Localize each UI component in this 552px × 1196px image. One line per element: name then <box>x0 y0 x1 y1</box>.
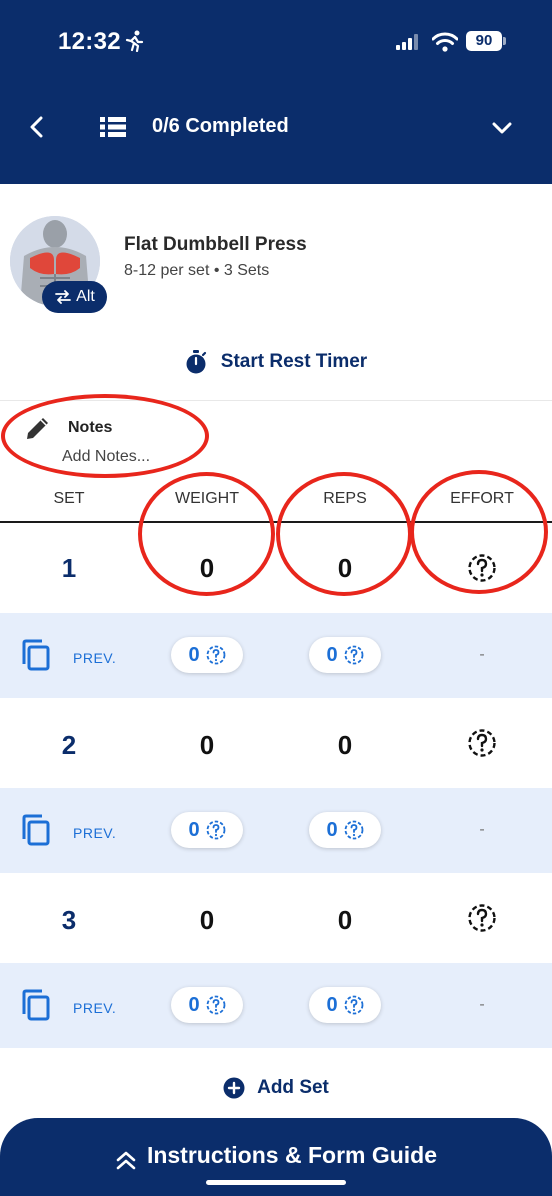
effort-help-icon[interactable] <box>467 553 497 583</box>
prev-weight-pill[interactable]: 0 <box>171 637 243 673</box>
start-rest-timer-button[interactable]: Start Rest Timer <box>0 340 552 384</box>
help-icon <box>344 820 363 840</box>
alt-label: Alt <box>76 288 95 305</box>
add-set-label: Add Set <box>257 1077 329 1098</box>
weight-input[interactable]: 0 <box>167 905 247 936</box>
effort-help-icon[interactable] <box>467 728 497 758</box>
help-icon <box>344 995 363 1015</box>
copy-icon[interactable] <box>20 988 52 1022</box>
help-icon <box>344 645 363 665</box>
swap-arrows-icon <box>55 290 72 304</box>
notes-input[interactable]: Add Notes... <box>62 448 150 466</box>
prev-label[interactable]: PREV. <box>73 650 116 666</box>
status-time: 12:32 <box>58 28 121 55</box>
set-row: 2 0 0 <box>0 698 552 788</box>
effort-help-icon[interactable] <box>467 903 497 933</box>
prev-effort: - <box>479 821 485 838</box>
column-header-set: SET <box>53 490 85 507</box>
home-indicator <box>206 1180 346 1185</box>
previous-row: PREV. 0 0 - <box>0 613 552 698</box>
column-header-reps: REPS <box>323 490 367 507</box>
stopwatch-icon <box>186 350 206 374</box>
set-number: 3 <box>61 905 77 935</box>
prev-reps-value: 0 <box>326 993 338 1016</box>
set-row: 3 0 0 <box>0 873 552 963</box>
plus-circle-icon <box>223 1077 245 1099</box>
timer-label: Start Rest Timer <box>220 351 368 372</box>
battery-level: 90 <box>466 31 502 51</box>
running-icon <box>125 30 144 52</box>
help-icon <box>206 820 225 840</box>
prev-reps-pill[interactable]: 0 <box>309 987 381 1023</box>
prev-label[interactable]: PREV. <box>73 825 116 841</box>
reps-input[interactable]: 0 <box>305 553 385 584</box>
help-icon <box>206 995 225 1015</box>
alternate-exercise-button[interactable]: Alt <box>42 281 107 313</box>
double-chevron-up-icon <box>116 1151 136 1170</box>
copy-icon[interactable] <box>20 813 52 847</box>
column-header-weight: WEIGHT <box>175 490 239 507</box>
cellular-signal-icon <box>396 34 418 50</box>
prev-weight-pill[interactable]: 0 <box>171 812 243 848</box>
chevron-down-icon[interactable] <box>490 116 514 140</box>
exercise-details: 8-12 per set • 3 Sets <box>124 262 270 279</box>
prev-reps-pill[interactable]: 0 <box>309 637 381 673</box>
exercise-list-icon[interactable] <box>100 116 126 138</box>
back-chevron-icon[interactable] <box>26 114 48 140</box>
set-number: 1 <box>61 553 77 583</box>
reps-input[interactable]: 0 <box>305 730 385 761</box>
notes-title: Notes <box>68 419 113 436</box>
prev-weight-value: 0 <box>188 818 200 841</box>
reps-input[interactable]: 0 <box>305 905 385 936</box>
column-header-effort: EFFORT <box>450 490 514 507</box>
prev-reps-value: 0 <box>326 643 338 666</box>
workout-progress[interactable]: 0/6 Completed <box>152 115 289 138</box>
prev-effort: - <box>479 996 485 1013</box>
exercise-name: Flat Dumbbell Press <box>124 234 307 255</box>
divider <box>0 400 552 401</box>
help-icon <box>206 645 225 665</box>
prev-effort: - <box>479 646 485 663</box>
wifi-icon <box>432 32 458 52</box>
prev-label[interactable]: PREV. <box>73 1000 116 1016</box>
weight-input[interactable]: 0 <box>167 553 247 584</box>
prev-weight-pill[interactable]: 0 <box>171 987 243 1023</box>
prev-weight-value: 0 <box>188 643 200 666</box>
guide-label: Instructions & Form Guide <box>146 1142 438 1168</box>
prev-reps-pill[interactable]: 0 <box>309 812 381 848</box>
set-number: 2 <box>61 730 77 760</box>
set-row: 1 0 0 <box>0 523 552 613</box>
pencil-icon[interactable] <box>24 414 52 442</box>
weight-input[interactable]: 0 <box>167 730 247 761</box>
copy-icon[interactable] <box>20 638 52 672</box>
previous-row: PREV. 0 0 - <box>0 963 552 1048</box>
battery-tip <box>503 37 506 45</box>
prev-reps-value: 0 <box>326 818 338 841</box>
previous-row: PREV. 0 0 - <box>0 788 552 873</box>
add-set-button[interactable]: Add Set <box>0 1068 552 1108</box>
prev-weight-value: 0 <box>188 993 200 1016</box>
